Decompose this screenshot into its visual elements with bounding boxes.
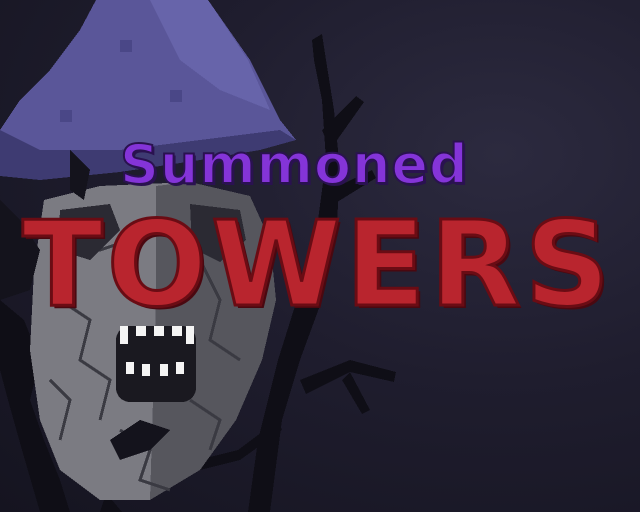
title-screen: Summoned TOWERS (0, 0, 640, 512)
game-subtitle: Summoned (119, 133, 469, 196)
game-title: TOWERS (21, 195, 614, 333)
